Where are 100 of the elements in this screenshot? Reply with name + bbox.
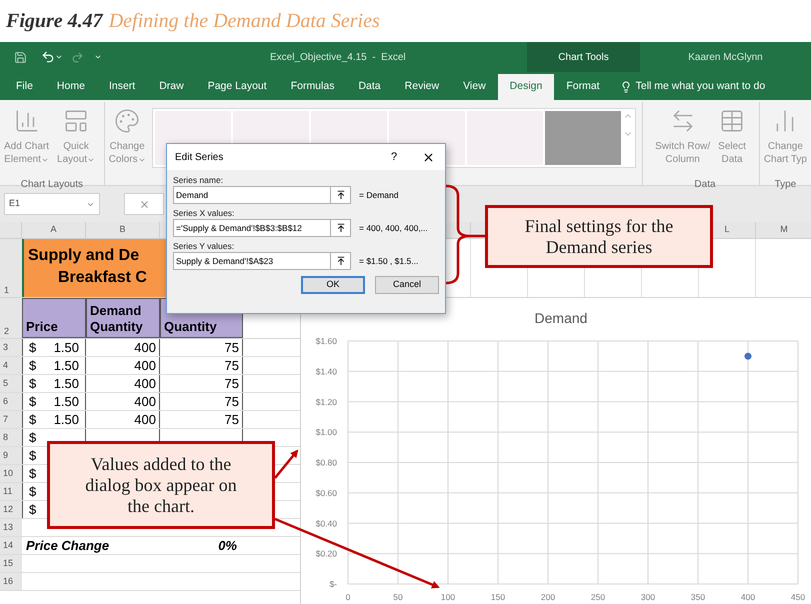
- row-number: 16: [3, 575, 14, 588]
- axis-label: $-: [329, 579, 337, 589]
- axis-label: 0: [346, 592, 350, 602]
- lightbulb-icon: [620, 81, 632, 93]
- tell-me-field[interactable]: Tell me what you want to do: [636, 79, 766, 95]
- figure-label: Figure 4.47: [6, 9, 103, 34]
- ribbon-tab[interactable]: Format: [554, 74, 612, 100]
- table-cell: 1.50: [54, 357, 79, 374]
- bar-chart-icon: [14, 108, 40, 134]
- cancel-button[interactable]: Cancel: [375, 276, 439, 294]
- axis-label: 300: [640, 592, 656, 602]
- table-cell: $: [29, 411, 36, 428]
- ribbon-tab[interactable]: Review: [392, 74, 452, 100]
- table-cell: 75: [224, 394, 239, 409]
- ribbon-tab[interactable]: Page Layout: [196, 74, 279, 100]
- table-cell: 400: [134, 394, 156, 409]
- table-cell: $: [29, 429, 36, 446]
- row-number: 15: [3, 557, 14, 570]
- leader-line: [470, 234, 486, 238]
- table-icon: [719, 108, 746, 134]
- table-cell: 1.50: [54, 411, 79, 428]
- ribbon-tab[interactable]: Design: [498, 74, 554, 100]
- axis-label: $0.60: [316, 488, 337, 498]
- header-cell: Price: [22, 298, 86, 338]
- collapse-dialog-icon[interactable]: [336, 223, 346, 233]
- arrow: [274, 449, 298, 479]
- series-field[interactable]: ='Supply & Demand'!$B$3:$B$12: [173, 219, 331, 237]
- customize-caret-icon[interactable]: [94, 53, 102, 61]
- table-cell: $: [29, 501, 36, 518]
- series-field[interactable]: Demand: [173, 186, 331, 204]
- series-field[interactable]: Supply & Demand'!$A$23: [173, 252, 331, 270]
- ribbon-tab[interactable]: Draw: [147, 74, 196, 100]
- axis-label: 200: [540, 592, 556, 602]
- ribbon-button[interactable]: Switch Row/ Column: [651, 102, 714, 171]
- table-cell: Price Change: [26, 538, 110, 553]
- group-label: Chart Layouts: [20, 179, 83, 190]
- dialog-title: Edit Series: [175, 150, 224, 164]
- column-header: M: [780, 223, 788, 236]
- table-cell: 75: [224, 340, 239, 355]
- row-number: 13: [3, 521, 14, 534]
- ribbon-tab[interactable]: View: [451, 74, 498, 100]
- ribbon-button[interactable]: Select Data: [714, 102, 750, 171]
- cancel-icon[interactable]: [138, 198, 150, 210]
- ok-button[interactable]: OK: [301, 276, 365, 294]
- table-cell: 1.50: [54, 375, 79, 392]
- window-title: Excel_Objective_4.15 - Excel: [270, 50, 406, 64]
- ribbon-tab[interactable]: Home: [44, 74, 97, 100]
- ribbon-tab[interactable]: Data: [346, 74, 393, 100]
- close-icon[interactable]: [422, 150, 435, 164]
- row-number: 11: [3, 485, 12, 498]
- callout: Final settings for the Demand series: [485, 205, 713, 268]
- group-label: Type: [774, 179, 796, 190]
- ribbon-button[interactable]: Quick Layout: [53, 102, 100, 171]
- row-number: 14: [3, 539, 14, 552]
- table-cell: 400: [134, 376, 156, 391]
- chart-title: Demand: [534, 310, 588, 326]
- ribbon-tab[interactable]: Formulas: [278, 74, 346, 100]
- callout: Values added to the dialog box appear on the chart.: [47, 441, 275, 529]
- dropdown-caret-icon[interactable]: [55, 53, 63, 61]
- layout-icon: [63, 108, 90, 134]
- field-label: Series name:: [173, 174, 224, 186]
- ribbon-button[interactable]: Change Chart Typ: [760, 102, 811, 171]
- table-cell: $: [29, 483, 36, 500]
- table-cell: 400: [134, 358, 156, 373]
- axis-label: $0.20: [316, 548, 337, 559]
- help-button[interactable]: ?: [384, 148, 404, 166]
- axis-label: 250: [590, 592, 606, 602]
- row-number: 7: [3, 413, 8, 426]
- axis-label: $1.20: [316, 396, 337, 407]
- axis-label: 150: [490, 592, 506, 602]
- group-label: Data: [694, 179, 716, 190]
- axis-label: $1.40: [316, 366, 337, 376]
- context-header: Chart Tools: [527, 42, 640, 72]
- ribbon-tab[interactable]: File: [4, 74, 45, 100]
- column-header: A: [50, 223, 56, 236]
- field-label: Series Y values:: [173, 240, 236, 252]
- undo-icon[interactable]: [41, 50, 55, 64]
- collapse-dialog-icon[interactable]: [336, 190, 346, 200]
- row-number: 8: [3, 431, 8, 444]
- row-number: 3: [3, 341, 8, 354]
- save-icon[interactable]: [14, 50, 27, 64]
- row-number: 1: [4, 284, 10, 296]
- ribbon-button[interactable]: Change Colors: [104, 102, 150, 171]
- field-result: = 400, 400, 400,...: [359, 222, 428, 234]
- table-cell: $: [29, 447, 36, 464]
- redo-icon[interactable]: [71, 50, 84, 64]
- ribbon-button[interactable]: Add Chart Element: [0, 102, 54, 171]
- table-cell: 1.50: [54, 393, 79, 410]
- name-box[interactable]: E1: [4, 193, 100, 215]
- collapse-dialog-icon[interactable]: [336, 256, 346, 266]
- axis-label: 350: [690, 592, 706, 602]
- axis-label: 450: [790, 592, 806, 602]
- chart-style-thumbnail[interactable]: [544, 111, 621, 165]
- table-cell: 75: [224, 358, 239, 373]
- row-number: 4: [3, 359, 8, 372]
- ribbon-tab[interactable]: Insert: [96, 74, 148, 100]
- axis-label: $1.00: [316, 427, 337, 438]
- row-number: 12: [3, 503, 14, 516]
- header-cell: Demand Quantity: [86, 298, 160, 338]
- palette-icon: [114, 108, 140, 134]
